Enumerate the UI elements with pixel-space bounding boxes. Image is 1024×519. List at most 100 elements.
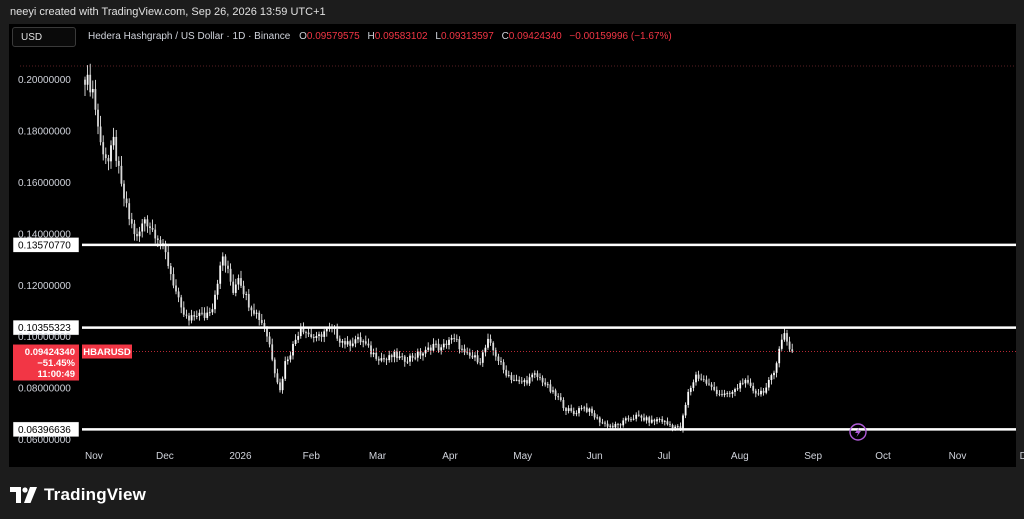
candle-body: [624, 418, 627, 421]
candle-body: [528, 377, 531, 384]
candle-body: [289, 355, 292, 360]
candle-body: [479, 362, 482, 364]
candle-body: [783, 333, 786, 340]
candle-body: [559, 397, 562, 400]
replay-lightning-icon[interactable]: [849, 423, 867, 441]
candle: [788, 336, 791, 352]
candle-body: [221, 256, 224, 266]
candle: [718, 390, 721, 397]
candle: [507, 370, 510, 378]
candle: [198, 309, 201, 321]
candle: [713, 382, 716, 392]
candle-body: [643, 417, 645, 421]
candle-body: [583, 407, 586, 409]
candle: [86, 65, 89, 91]
candle: [154, 224, 157, 244]
candle: [125, 191, 128, 208]
candle: [338, 335, 341, 347]
candle: [315, 331, 318, 342]
candle-body: [734, 389, 736, 392]
candle: [429, 344, 432, 355]
candle-body: [97, 109, 99, 127]
candle-body: [770, 375, 773, 381]
candle-body: [580, 407, 583, 409]
candle: [541, 375, 544, 387]
x-tick-label: Dec: [1020, 451, 1024, 462]
candle: [497, 353, 500, 366]
candle-body: [666, 421, 669, 425]
candle: [606, 420, 609, 429]
candle-body: [674, 426, 677, 429]
candle-body: [635, 414, 638, 419]
candle-body: [115, 136, 118, 161]
candle-body: [554, 390, 557, 397]
candle: [721, 389, 723, 397]
candle: [414, 353, 417, 361]
candle: [767, 377, 770, 391]
y-tick-label: 0.18000000: [18, 127, 71, 138]
candle: [305, 330, 307, 339]
candle-body: [167, 252, 170, 266]
candle: [583, 405, 586, 412]
candle-body: [427, 347, 430, 350]
candle-body: [315, 336, 318, 339]
candle-body: [510, 375, 513, 380]
candle: [377, 356, 380, 365]
candle: [474, 352, 476, 362]
y-tick-label: 0.20000000: [18, 75, 71, 86]
candle: [773, 370, 775, 380]
candle: [370, 341, 372, 358]
candle-body: [549, 384, 552, 392]
candle: [554, 388, 557, 400]
candle: [258, 310, 261, 326]
candle: [481, 349, 484, 367]
candle-body: [370, 345, 372, 355]
candle: [617, 422, 619, 428]
candle: [585, 403, 588, 414]
candle: [640, 414, 643, 422]
price-chart[interactable]: 0.135707700.103553230.06396636 0.2000000…: [0, 0, 1024, 519]
candle-body: [648, 417, 651, 423]
candle-body: [653, 419, 656, 422]
candle: [221, 252, 224, 271]
current-price-text: 11:00:49: [37, 369, 75, 380]
candle-body: [536, 373, 539, 378]
candle-body: [715, 389, 718, 394]
candle: [362, 339, 365, 348]
candle-body: [320, 334, 323, 337]
candle-body: [299, 328, 302, 337]
candle-body: [788, 341, 791, 350]
candle: [778, 346, 781, 368]
candle: [273, 357, 276, 378]
candle: [432, 338, 435, 353]
candle-body: [271, 344, 274, 360]
candle-body: [214, 294, 216, 310]
candle: [546, 381, 549, 389]
candle-body: [489, 338, 492, 343]
candle-body: [661, 419, 664, 422]
candle: [468, 348, 471, 359]
candle-body: [224, 256, 227, 266]
candle: [102, 135, 105, 161]
candle: [500, 357, 502, 366]
candle-body: [377, 358, 380, 361]
candle: [250, 305, 253, 317]
candle: [448, 336, 450, 350]
candle: [229, 263, 232, 286]
candle-body: [760, 390, 762, 395]
candle-body: [380, 358, 383, 361]
candle: [630, 416, 632, 423]
candle: [422, 351, 424, 361]
candle: [167, 244, 170, 269]
candle-body: [533, 373, 536, 375]
candle-body: [234, 284, 237, 293]
candle-body: [229, 268, 232, 282]
candle: [307, 327, 310, 337]
candle-body: [312, 336, 315, 339]
candle-body: [102, 142, 105, 155]
candle: [539, 373, 541, 381]
candle-body: [609, 425, 612, 427]
candle-body: [414, 357, 417, 359]
candle-body: [201, 312, 203, 314]
candle-body: [650, 419, 653, 423]
